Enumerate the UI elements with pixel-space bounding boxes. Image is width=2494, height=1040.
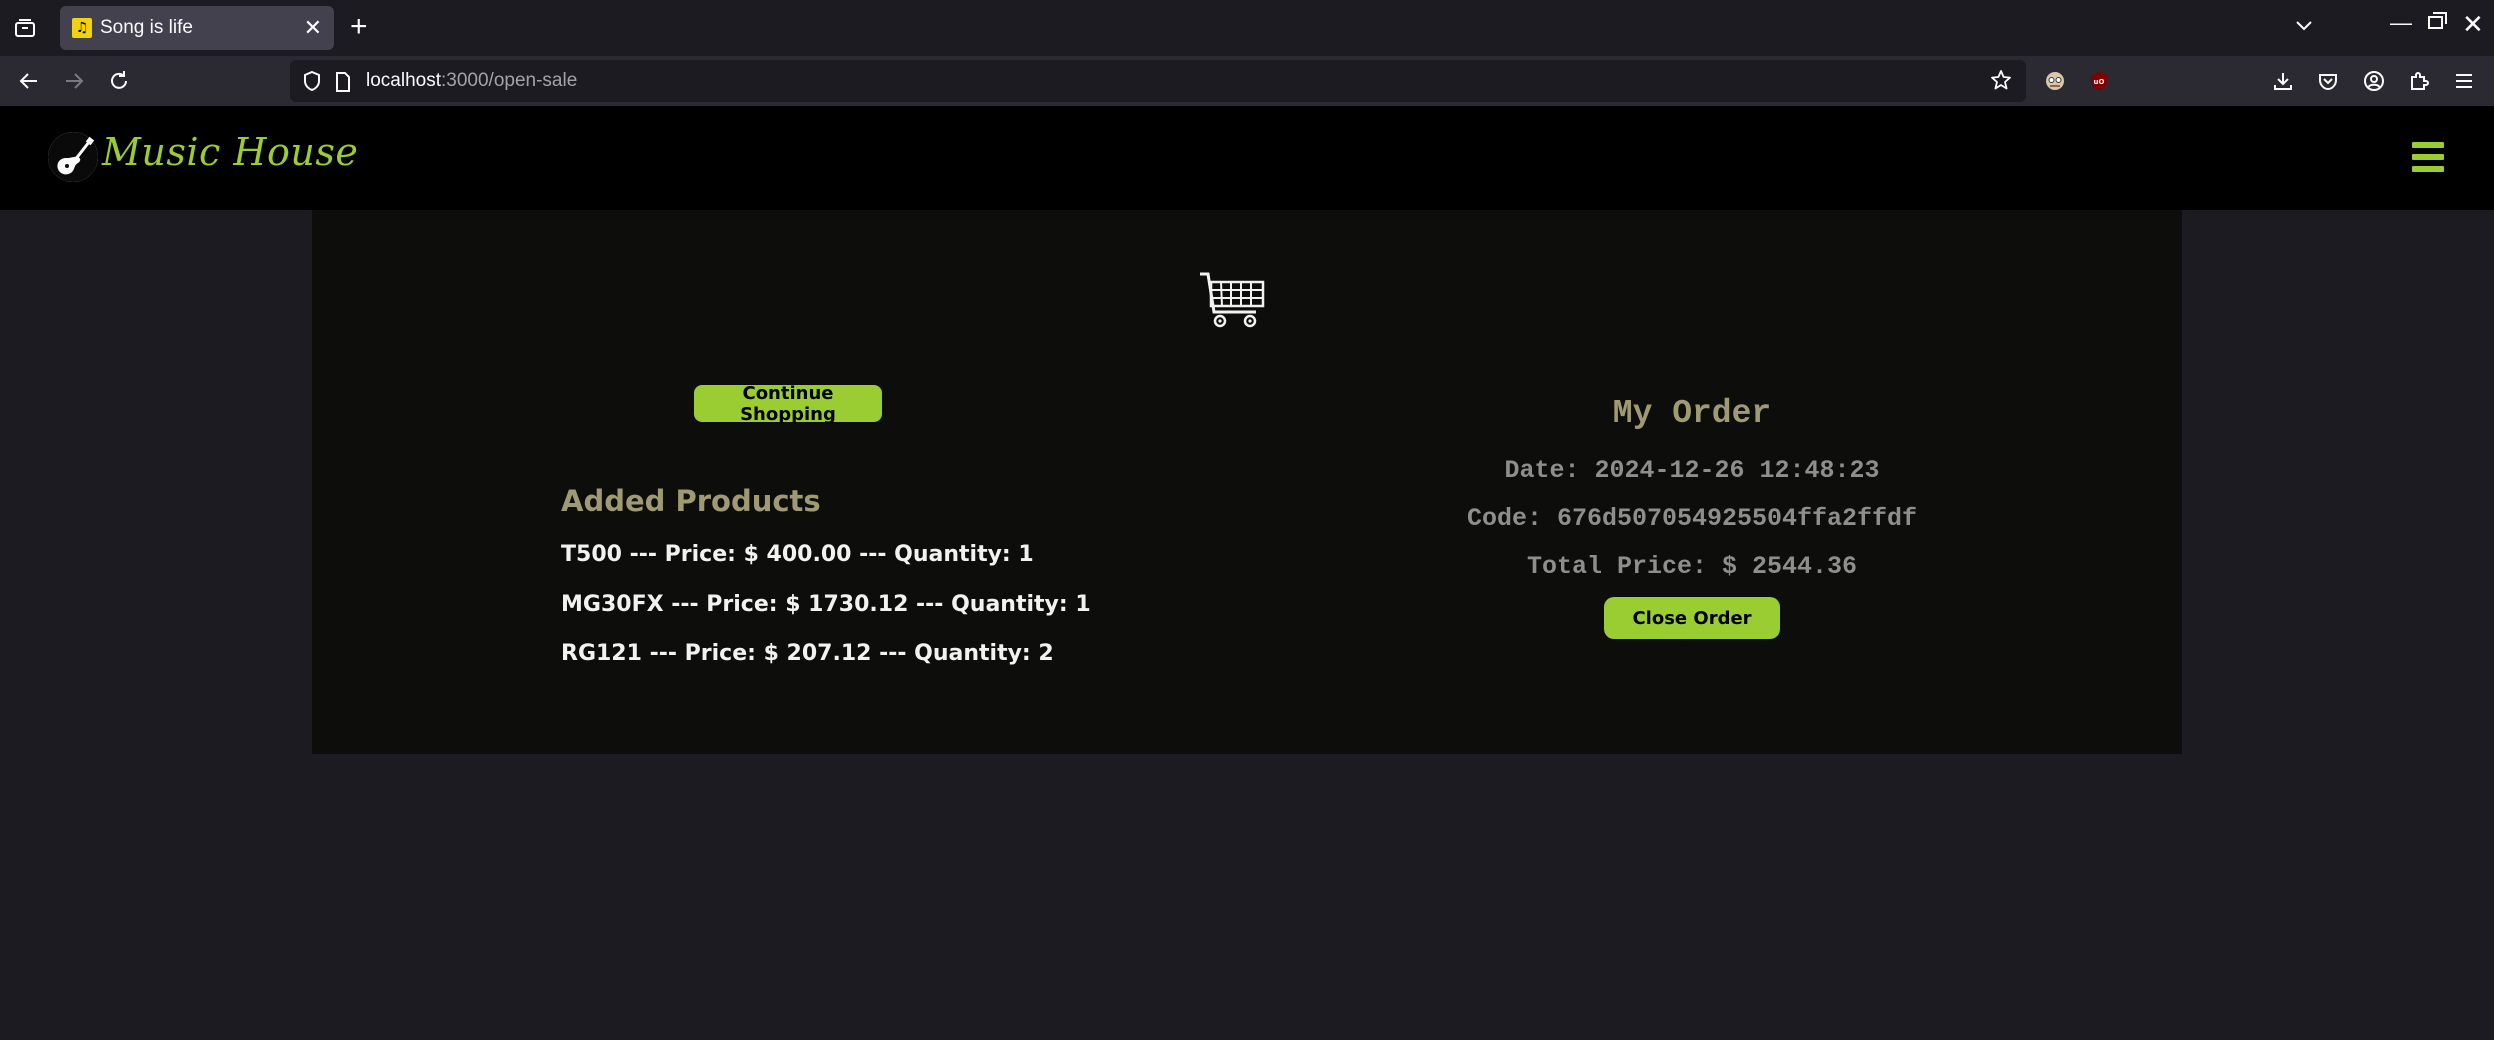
tab-favicon-icon: ♫	[72, 18, 92, 38]
minimize-icon[interactable]: —	[2390, 10, 2412, 36]
new-tab-icon[interactable]: +	[350, 10, 368, 44]
order-code: Code: 676d507054925504ffa2ffdf	[1466, 504, 1918, 533]
brand-name[interactable]: Music House	[102, 130, 358, 174]
order-date: Date: 2024-12-26 12:48:23	[1504, 456, 1880, 485]
reload-icon[interactable]	[104, 66, 134, 96]
site-header: Music House	[0, 106, 2494, 210]
tab-title: Song is life	[100, 17, 193, 38]
url-host: localhost	[366, 70, 441, 91]
cart-panel: Continue Shopping Added Products T500 --…	[312, 210, 2182, 754]
restore-icon[interactable]	[2428, 12, 2447, 29]
shield-icon[interactable]	[302, 70, 322, 96]
order-total: Total Price: $ 2544.36	[1526, 552, 1858, 581]
page-info-icon[interactable]	[334, 71, 352, 97]
continue-shopping-button[interactable]: Continue Shopping	[694, 383, 882, 425]
hamburger-menu-icon[interactable]	[2412, 142, 2444, 176]
added-products-heading: Added Products	[561, 484, 821, 518]
guitar-logo-icon[interactable]	[48, 132, 98, 182]
added-products-list: T500 --- Price: $ 400.00 --- Quantity: 1…	[561, 542, 1091, 691]
url-bar[interactable]: localhost:3000/open-sale	[290, 60, 2026, 102]
browser-tab-bar: ♫ Song is life ✕ + — ✕	[0, 0, 2494, 56]
extensions-icon[interactable]	[2404, 66, 2434, 96]
browser-nav-bar: localhost:3000/open-sale uO	[0, 56, 2494, 106]
download-icon[interactable]	[2268, 66, 2298, 96]
extension-avatar-icon[interactable]	[2040, 66, 2070, 96]
url-text[interactable]: localhost:3000/open-sale	[366, 70, 577, 92]
bookmark-star-icon[interactable]	[1990, 69, 2012, 95]
url-path: :3000/open-sale	[441, 70, 578, 91]
svg-text:uO: uO	[2094, 78, 2105, 86]
chevron-down-icon[interactable]	[2293, 14, 2315, 40]
browser-tab[interactable]: ♫ Song is life ✕	[60, 6, 334, 50]
order-title: My Order	[1612, 395, 1772, 432]
close-order-button[interactable]: Close Order	[1604, 597, 1780, 639]
product-item: T500 --- Price: $ 400.00 --- Quantity: 1	[561, 542, 1034, 567]
window-close-icon[interactable]: ✕	[2462, 9, 2484, 40]
order-summary: My Order Date: 2024-12-26 12:48:23 Code:…	[1412, 388, 1972, 598]
tab-close-icon[interactable]: ✕	[304, 15, 322, 41]
back-icon[interactable]	[14, 66, 44, 96]
tab-list-icon[interactable]	[10, 14, 40, 42]
product-item: MG30FX --- Price: $ 1730.12 --- Quantity…	[561, 591, 1091, 617]
account-icon[interactable]	[2359, 66, 2389, 96]
ublock-icon[interactable]: uO	[2084, 66, 2114, 96]
forward-icon[interactable]	[59, 66, 89, 96]
product-item: RG121 --- Price: $ 207.12 --- Quantity: …	[561, 641, 1054, 666]
pocket-icon[interactable]	[2313, 66, 2343, 96]
menu-icon[interactable]	[2449, 66, 2479, 96]
shopping-cart-icon	[1198, 270, 1268, 334]
